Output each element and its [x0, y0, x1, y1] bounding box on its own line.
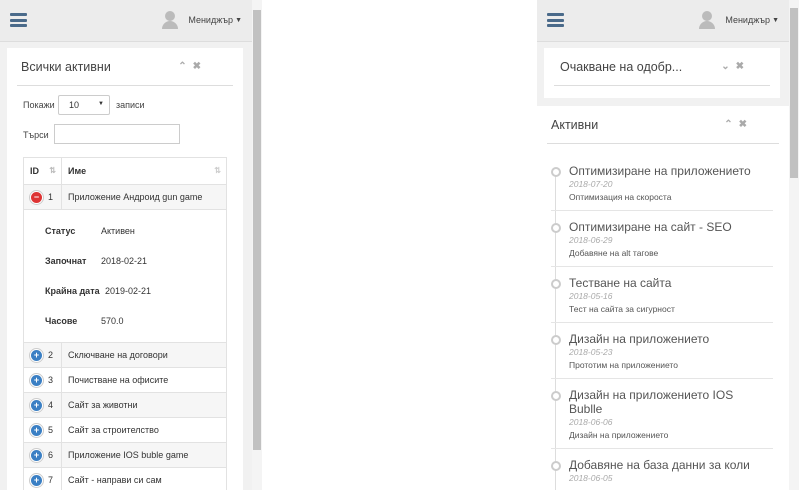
- detail-started: Започнат 2018-02-21: [45, 256, 148, 266]
- table-row[interactable]: +4 Сайт за животни: [23, 392, 227, 418]
- avatar: [162, 11, 179, 29]
- divider: [547, 143, 779, 144]
- page-size-select[interactable]: 10 ▼: [58, 95, 110, 115]
- table-row[interactable]: +5 Сайт за строителство: [23, 417, 227, 443]
- chevron-down-icon: ▼: [772, 16, 779, 24]
- row-name-cell: Приложение Андроид gun game: [61, 184, 227, 210]
- expand-row-icon[interactable]: +: [30, 373, 43, 387]
- table-row[interactable]: +6 Приложение IOS buble game: [23, 442, 227, 468]
- timeline-item[interactable]: Дизайн на приложението 2018-05-23 Протот…: [551, 323, 773, 379]
- row-id-cell: −1: [23, 184, 62, 210]
- user-name: Мениджър: [725, 15, 771, 25]
- avatar: [699, 11, 716, 29]
- row-details: Статус Активен Започнат 2018-02-21 Крайна …: [23, 209, 227, 343]
- pending-panel: Очакване на одобр... ⌄✖: [544, 48, 780, 98]
- user-menu[interactable]: Мениджър ▼: [699, 11, 779, 29]
- close-icon[interactable]: ✖: [739, 119, 753, 130]
- panel-title: Активни: [551, 118, 599, 132]
- collapse-icon[interactable]: ⌃: [724, 119, 738, 130]
- close-icon[interactable]: ✖: [736, 61, 750, 72]
- timeline-item[interactable]: Дизайн на приложението IOS Bublle 2018-0…: [551, 379, 773, 449]
- timeline-item[interactable]: Тестване на сайта 2018-05-16 Тест на сай…: [551, 267, 773, 323]
- expand-row-icon[interactable]: +: [30, 348, 43, 362]
- projects-table: ID ⇅ Име ⇅ −1 Приложение Андроид gun game …: [23, 157, 227, 490]
- chevron-down-icon: ▼: [235, 16, 242, 24]
- close-icon[interactable]: ✖: [193, 61, 207, 72]
- user-menu[interactable]: Мениджър ▼: [162, 11, 242, 29]
- expand-row-icon[interactable]: +: [30, 448, 43, 462]
- timeline-item[interactable]: Оптимизиране на сайт - SEO 2018-06-29 До…: [551, 211, 773, 267]
- scrollbar-thumb[interactable]: [253, 10, 261, 450]
- page-size-value: 10: [69, 100, 80, 110]
- expand-icon[interactable]: ⌄: [721, 61, 735, 72]
- table-row[interactable]: +7 Сайт - направи си сам: [23, 467, 227, 490]
- timeline-item[interactable]: Оптимизиране на приложението 2018-07-20 …: [551, 164, 773, 211]
- sort-icon: ⇅: [49, 166, 56, 175]
- timeline-dot-icon: [551, 279, 561, 289]
- timeline-dot-icon: [551, 223, 561, 233]
- table-row[interactable]: +3 Почистване на офисите: [23, 367, 227, 393]
- panel-title: Всички активни: [21, 60, 111, 74]
- panel-title: Очакване на одобр...: [560, 60, 683, 74]
- collapse-row-icon[interactable]: −: [30, 190, 43, 204]
- divider: [17, 85, 233, 86]
- timeline-dot-icon: [551, 461, 561, 471]
- timeline-dot-icon: [551, 391, 561, 401]
- menu-icon[interactable]: [547, 13, 564, 27]
- collapse-icon[interactable]: ⌃: [178, 61, 192, 72]
- top-bar: Мениджър ▼: [0, 0, 252, 42]
- table-row[interactable]: +2 Сключване на договори: [23, 342, 227, 368]
- search-input[interactable]: [54, 124, 180, 144]
- right-window: Мениджър ▼ Очакване на одобр... ⌄✖ Актив…: [537, 0, 789, 490]
- show-label: Покажи: [23, 100, 55, 110]
- column-header-name[interactable]: Име ⇅: [61, 157, 227, 185]
- top-bar: Мениджър ▼: [537, 0, 789, 42]
- detail-hours: Часове 570.0: [45, 316, 124, 326]
- column-header-id[interactable]: ID ⇅: [23, 157, 62, 185]
- timeline-dot-icon: [551, 335, 561, 345]
- records-label: записи: [116, 100, 145, 110]
- search-label: Търси: [23, 130, 49, 140]
- table-row[interactable]: −1 Приложение Андроид gun game: [23, 184, 227, 210]
- left-scrollbar[interactable]: [252, 0, 262, 490]
- menu-icon[interactable]: [10, 13, 27, 27]
- timeline-item[interactable]: Добавяне на база данни за коли 2018-06-0…: [551, 449, 773, 490]
- expand-row-icon[interactable]: +: [30, 398, 43, 412]
- expand-row-icon[interactable]: +: [30, 423, 43, 437]
- divider: [554, 85, 770, 86]
- sort-icon: ⇅: [214, 166, 221, 175]
- scrollbar-thumb[interactable]: [790, 8, 798, 178]
- dropdown-arrow-icon: ▼: [98, 101, 104, 107]
- detail-status: Статус Активен: [45, 226, 135, 236]
- left-window: Мениджър ▼ Всички активни ⌃✖ Покажи 10 ▼…: [0, 0, 252, 490]
- user-name: Мениджър: [188, 15, 234, 25]
- active-panel: Активни ⌃✖ Оптимизиране на приложението …: [537, 106, 789, 490]
- detail-end-date: Крайна дата 2019-02-21: [45, 286, 152, 296]
- expand-row-icon[interactable]: +: [30, 473, 43, 487]
- timeline: Оптимизиране на приложението 2018-07-20 …: [551, 164, 773, 490]
- right-scrollbar[interactable]: [789, 0, 799, 490]
- timeline-dot-icon: [551, 167, 561, 177]
